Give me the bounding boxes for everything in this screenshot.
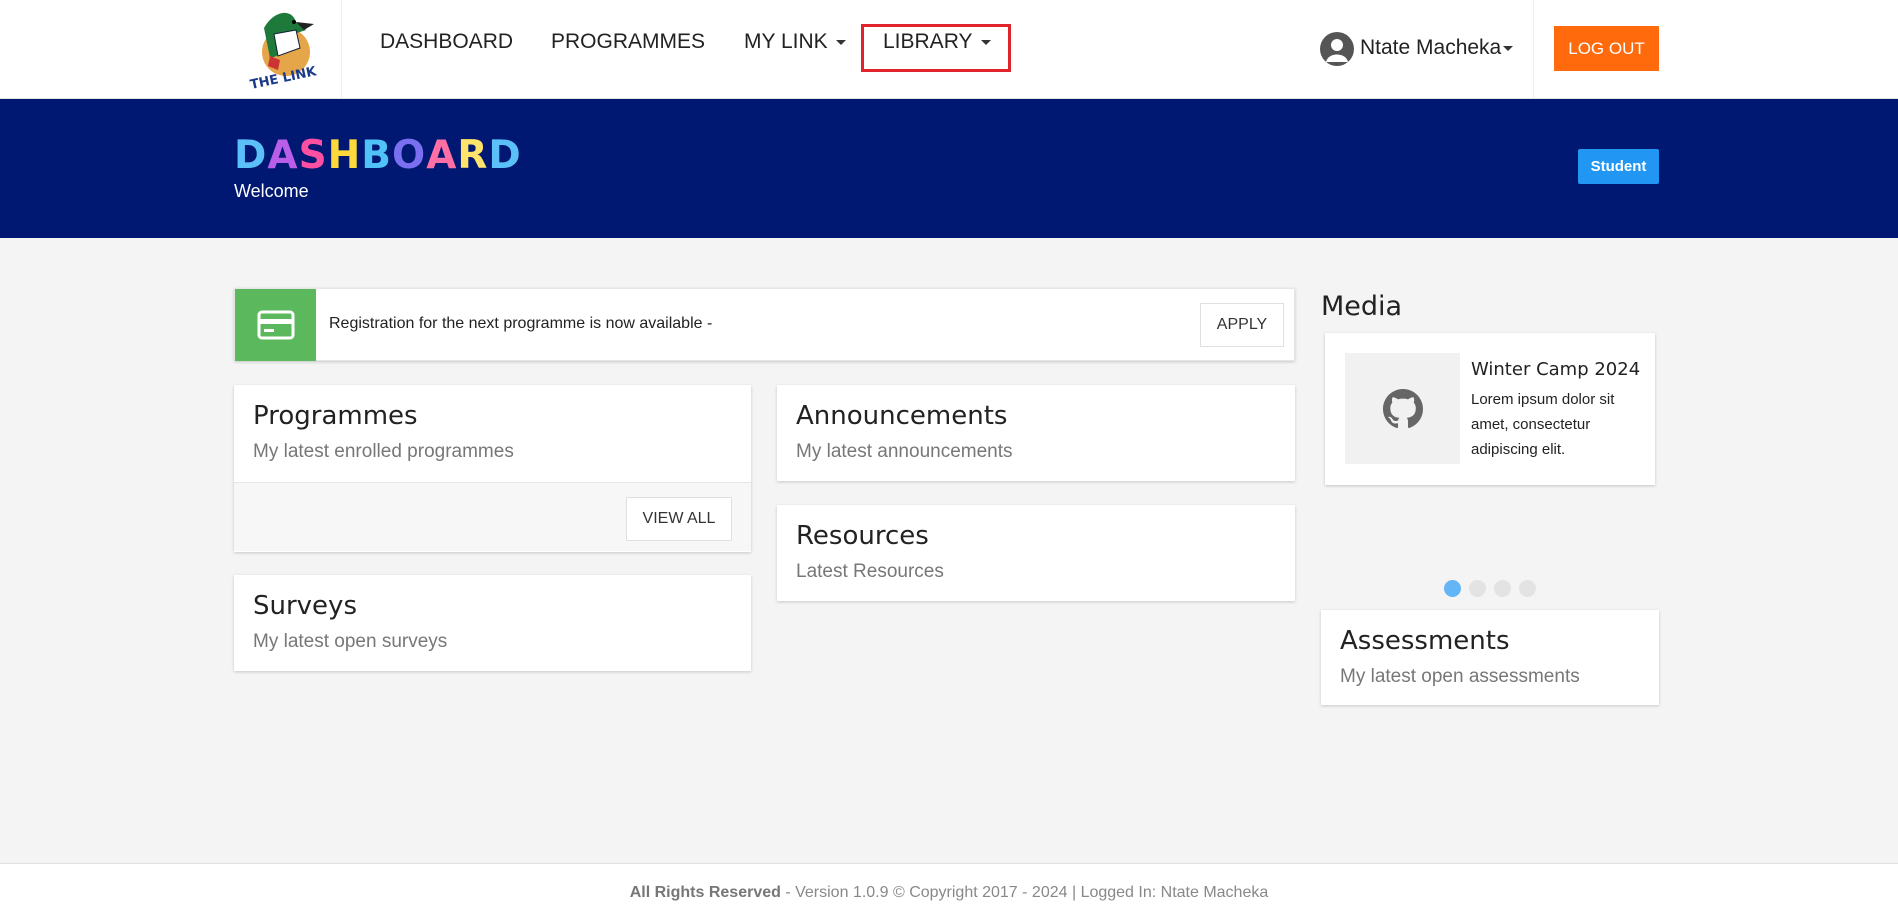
the-link-logo[interactable]: THE LINK: [234, 0, 342, 98]
title-letter: S: [298, 133, 328, 178]
registration-text: Registration for the next programme is n…: [329, 315, 713, 332]
top-navbar: THE LINK DASHBOARD PROGRAMMES MY LINK LI…: [0, 0, 1898, 99]
title-letter: A: [426, 133, 458, 178]
card-footer: VIEW ALL: [234, 482, 751, 551]
title-letter: R: [457, 133, 489, 178]
nav-dashboard[interactable]: DASHBOARD: [380, 30, 513, 54]
card-subtitle: My latest open surveys: [253, 631, 448, 652]
title-letter: B: [361, 133, 393, 178]
title-letter: A: [267, 133, 299, 178]
programmes-card: Programmes My latest enrolled programmes…: [234, 385, 751, 552]
user-avatar-icon[interactable]: [1320, 32, 1354, 66]
footer-text: All Rights Reserved - Version 1.0.9 © Co…: [0, 884, 1898, 902]
page-footer: All Rights Reserved - Version 1.0.9 © Co…: [0, 863, 1898, 913]
card-title: Surveys: [253, 591, 357, 621]
nav-divider: [1533, 0, 1534, 98]
chevron-down-icon: [1503, 45, 1514, 51]
card-subtitle: Latest Resources: [796, 561, 944, 582]
github-icon: [1345, 353, 1460, 464]
nav-programmes[interactable]: PROGRAMMES: [551, 30, 705, 54]
card-title: Resources: [796, 521, 929, 551]
card-title: Programmes: [253, 401, 418, 431]
title-letter: D: [234, 133, 268, 178]
title-letter: O: [392, 133, 427, 178]
dashboard-banner: DASHBOARD Welcome Student: [0, 99, 1898, 238]
media-heading: Media: [1321, 291, 1403, 322]
footer-version: - Version 1.0.9 © Copyright 2017 - 2024 …: [780, 884, 1269, 901]
card-subtitle: My latest announcements: [796, 441, 1013, 462]
carousel-dot[interactable]: [1494, 580, 1511, 597]
card-title: Assessments: [1340, 626, 1510, 656]
registration-notice: Registration for the next programme is n…: [234, 288, 1295, 361]
role-badge: Student: [1578, 149, 1659, 184]
chevron-down-icon: [980, 39, 991, 45]
announcements-card[interactable]: Announcements My latest announcements: [777, 385, 1295, 481]
carousel-dot[interactable]: [1469, 580, 1486, 597]
apply-button[interactable]: APPLY: [1200, 303, 1284, 347]
carousel-dot[interactable]: [1519, 580, 1536, 597]
logout-button[interactable]: LOG OUT: [1554, 26, 1659, 71]
card-subtitle: My latest enrolled programmes: [253, 441, 514, 462]
footer-rights: All Rights Reserved: [629, 884, 781, 901]
title-letter: D: [488, 133, 522, 178]
card-title: Announcements: [796, 401, 1008, 431]
credit-card-icon: [235, 289, 316, 361]
nav-library[interactable]: LIBRARY: [883, 30, 991, 54]
nav-my-link[interactable]: MY LINK: [744, 30, 846, 54]
chevron-down-icon: [835, 39, 846, 45]
assessments-card[interactable]: Assessments My latest open assessments: [1321, 610, 1659, 705]
media-item[interactable]: Winter Camp 2024 Lorem ipsum dolor sit a…: [1325, 333, 1655, 485]
carousel-dot[interactable]: [1444, 580, 1461, 597]
user-menu[interactable]: Ntate Macheka: [1360, 36, 1514, 60]
title-letter: H: [327, 133, 362, 178]
media-item-description: Lorem ipsum dolor sit amet, consectetur …: [1471, 391, 1615, 458]
page-title: DASHBOARD: [234, 133, 522, 178]
view-all-button[interactable]: VIEW ALL: [626, 497, 732, 541]
card-subtitle: My latest open assessments: [1340, 666, 1580, 687]
media-item-title: Winter Camp 2024: [1471, 359, 1641, 380]
welcome-text: Welcome: [234, 181, 309, 201]
resources-card[interactable]: Resources Latest Resources: [777, 505, 1295, 601]
surveys-card[interactable]: Surveys My latest open surveys: [234, 575, 751, 671]
